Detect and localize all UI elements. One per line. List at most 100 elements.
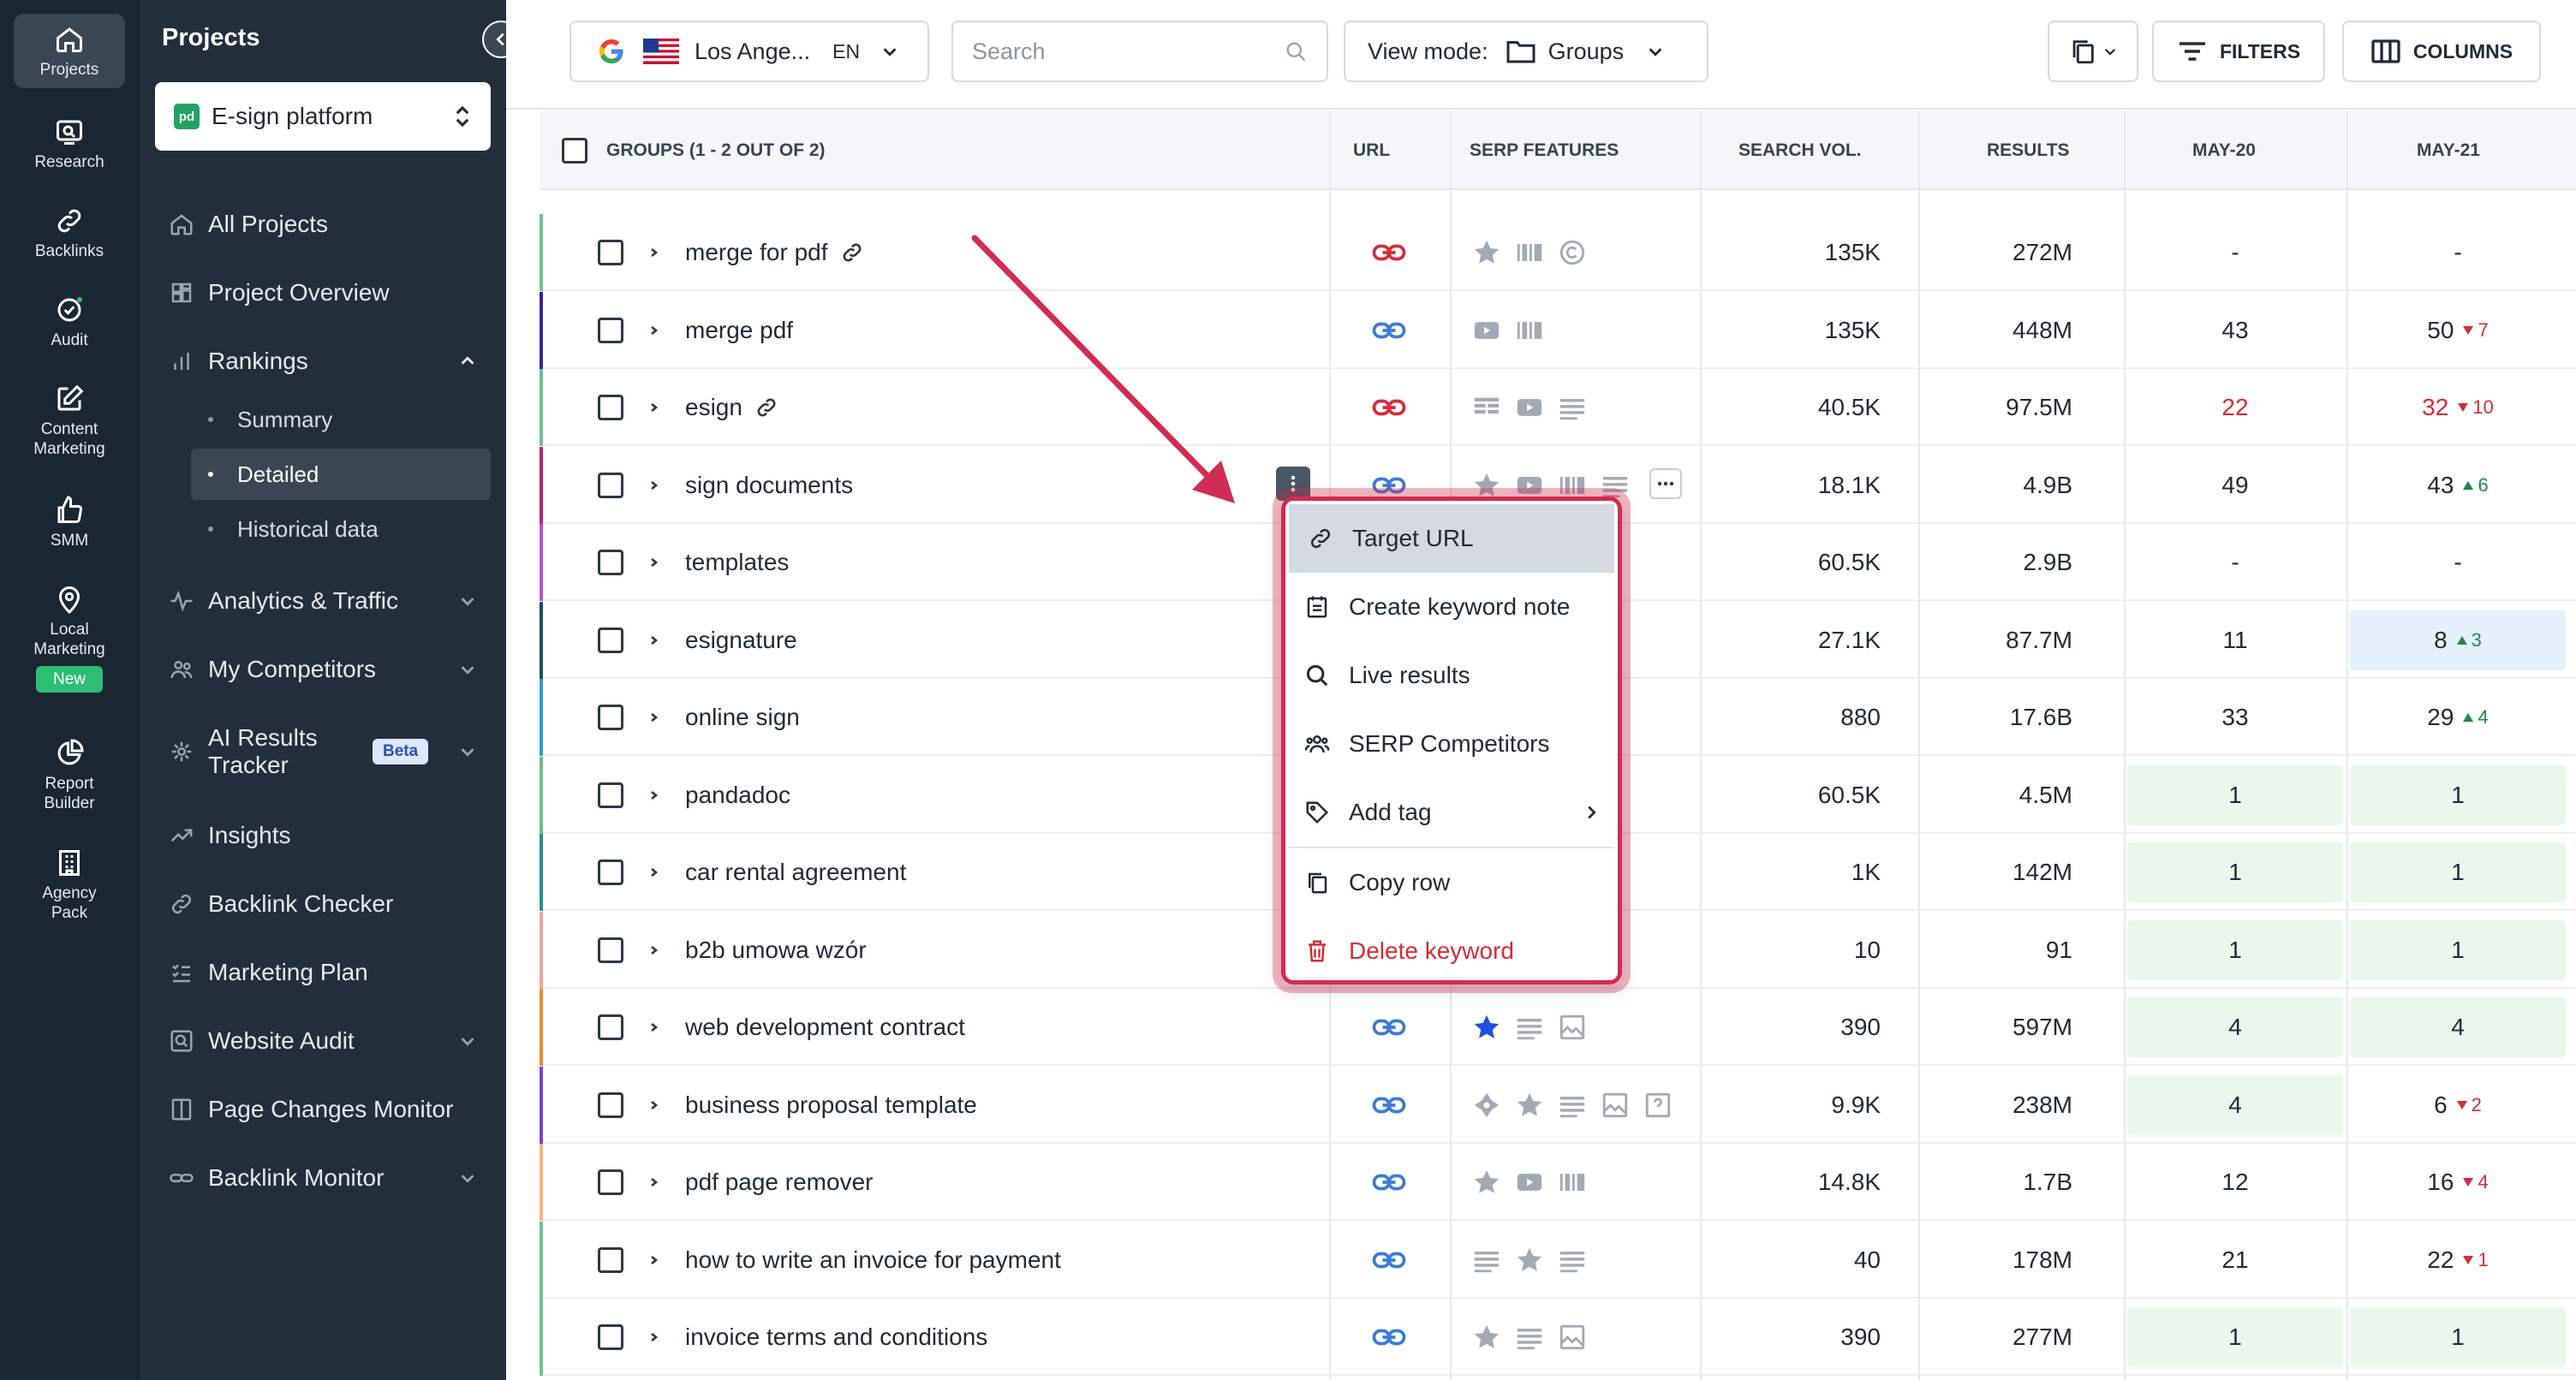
rail-item-smm[interactable]: SMM — [14, 495, 125, 550]
keyword-text[interactable]: business proposal template — [685, 1092, 977, 1119]
serp-video-icon[interactable] — [1471, 316, 1502, 345]
nav-page-changes-monitor[interactable]: Page Changes Monitor — [169, 1096, 477, 1123]
keyword-text[interactable]: sign documents — [685, 472, 853, 499]
nav-analytics-traffic[interactable]: Analytics & Traffic — [169, 587, 477, 615]
keyword-text[interactable]: esignature — [685, 627, 797, 654]
keyword-text[interactable]: car rental agreement — [685, 859, 906, 886]
menu-item-create-keyword-note[interactable]: Create keyword note — [1285, 573, 1618, 641]
serp-question-icon[interactable] — [1643, 1091, 1673, 1120]
nav-rankings[interactable]: Rankings — [169, 348, 477, 375]
table-row[interactable]: esign 40.5K 97.5M 22 32 10 — [540, 369, 2576, 446]
filters-button[interactable]: FILTERS — [2152, 21, 2325, 82]
position-cell-may21[interactable]: 50 7 — [2350, 300, 2566, 360]
serp-features-header[interactable]: SERP FEATURES — [1470, 111, 1619, 190]
chevron-right-icon[interactable] — [646, 475, 661, 496]
position-cell-may21[interactable]: 43 6 — [2350, 455, 2566, 515]
row-checkbox[interactable] — [598, 705, 623, 730]
chevron-right-icon[interactable] — [646, 630, 661, 651]
rail-item-agency-pack[interactable]: Agency Pack — [14, 848, 125, 923]
view-mode-selector[interactable]: View mode: Groups — [1344, 21, 1708, 82]
row-checkbox[interactable] — [598, 782, 623, 808]
row-checkbox[interactable] — [598, 628, 623, 653]
position-cell-may20[interactable]: 21 — [2127, 1230, 2343, 1290]
position-cell-may21[interactable]: - — [2350, 532, 2566, 592]
serp-diamond-icon[interactable] — [1471, 1091, 1502, 1120]
position-cell-may21[interactable]: 32 10 — [2350, 378, 2566, 437]
position-cell-may20[interactable]: 33 — [2127, 687, 2343, 747]
keyword-text[interactable]: merge for pdf — [685, 239, 828, 266]
chevron-right-icon[interactable] — [646, 940, 661, 961]
keyword-text[interactable]: esign — [685, 394, 742, 421]
rail-item-local-marketing[interactable]: Local Marketing New — [14, 584, 125, 693]
target-url-link-icon[interactable] — [840, 241, 864, 265]
row-checkbox[interactable] — [598, 1092, 623, 1118]
results-header[interactable]: RESULTS — [1987, 111, 2069, 190]
serp-star-blue-icon[interactable] — [1471, 1013, 1502, 1042]
nav-project-overview[interactable]: Project Overview — [169, 279, 477, 306]
chevron-right-icon[interactable] — [646, 1250, 661, 1270]
search-box[interactable]: Search — [951, 21, 1328, 82]
position-cell-may20[interactable]: 1 — [2127, 920, 2343, 980]
may-21-header[interactable]: MAY-21 — [2417, 111, 2480, 190]
rail-item-report-builder[interactable]: Report Builder — [14, 738, 125, 813]
nav-website-audit[interactable]: Website Audit — [169, 1027, 477, 1055]
keyword-text[interactable]: templates — [685, 549, 789, 576]
position-cell-may20[interactable]: 22 — [2127, 378, 2343, 437]
select-all-checkbox[interactable] — [562, 138, 587, 164]
more-serp-features-button[interactable] — [1649, 468, 1682, 499]
search-volume-header[interactable]: SEARCH VOL. — [1738, 111, 1862, 190]
url-link-icon[interactable] — [1372, 1323, 1406, 1351]
serp-lines-icon[interactable] — [1557, 1246, 1588, 1275]
rail-item-content-marketing[interactable]: Content Marketing — [14, 384, 125, 459]
copy-dropdown-button[interactable] — [2048, 21, 2138, 82]
menu-item-serp-competitors[interactable]: SERP Competitors — [1285, 710, 1618, 778]
serp-barcode-icon[interactable] — [1557, 1168, 1588, 1197]
position-cell-may20[interactable]: 1 — [2127, 1307, 2343, 1367]
row-checkbox[interactable] — [598, 1169, 623, 1195]
position-cell-may21[interactable]: 1 — [2350, 765, 2566, 825]
nav-rankings-summary[interactable]: Summary — [191, 394, 491, 445]
nav-marketing-plan[interactable]: Marketing Plan — [169, 959, 477, 986]
position-cell-may21[interactable]: 16 4 — [2350, 1152, 2566, 1212]
nav-insights[interactable]: Insights — [169, 822, 477, 849]
serp-star-icon[interactable] — [1471, 1168, 1502, 1197]
table-row[interactable]: how to write an invoice for payment 40 178… — [540, 1222, 2576, 1299]
serp-lines-icon[interactable] — [1557, 393, 1588, 422]
may-20-header[interactable]: MAY-20 — [2192, 111, 2256, 190]
chevron-right-icon[interactable] — [646, 862, 661, 883]
url-link-icon[interactable] — [1372, 1169, 1406, 1196]
serp-lines-icon[interactable] — [1471, 1246, 1502, 1275]
position-cell-may20[interactable]: 43 — [2127, 300, 2343, 360]
serp-barcode-icon[interactable] — [1514, 316, 1545, 345]
nav-rankings-historical[interactable]: Historical data — [191, 503, 491, 555]
serp-image-icon[interactable] — [1557, 1323, 1588, 1352]
nav-ai-results-tracker[interactable]: AI Results Tracker Beta — [169, 724, 477, 779]
menu-item-copy-row[interactable]: Copy row — [1285, 848, 1618, 917]
table-row[interactable]: merge for pdf 135K 272M - - — [540, 214, 2576, 291]
row-checkbox[interactable] — [598, 240, 623, 265]
chevron-right-icon[interactable] — [646, 1172, 661, 1193]
serp-star-icon[interactable] — [1471, 1323, 1502, 1352]
rail-item-backlinks[interactable]: Backlinks — [14, 205, 125, 261]
position-cell-may21[interactable]: 1 — [2350, 842, 2566, 902]
serp-star-icon[interactable] — [1514, 1091, 1545, 1120]
serp-lines-icon[interactable] — [1514, 1323, 1545, 1352]
menu-item-add-tag[interactable]: Add tag — [1285, 778, 1618, 847]
serp-table-icon[interactable] — [1471, 393, 1502, 422]
keyword-text[interactable]: web development contract — [685, 1014, 965, 1041]
chevron-right-icon[interactable] — [646, 785, 661, 806]
serp-barcode-icon[interactable] — [1514, 238, 1545, 267]
position-cell-may20[interactable]: 12 — [2127, 1152, 2343, 1212]
position-cell-may21[interactable]: 29 4 — [2350, 687, 2566, 747]
position-cell-may21[interactable]: 83 — [2350, 610, 2566, 670]
position-cell-may21[interactable]: 4 — [2350, 997, 2566, 1057]
position-cell-may20[interactable]: 4 — [2127, 1075, 2343, 1135]
keyword-text[interactable]: pandadoc — [685, 782, 790, 809]
serp-star-icon[interactable] — [1471, 238, 1502, 267]
rail-item-projects[interactable]: Projects — [14, 14, 125, 88]
serp-image-icon[interactable] — [1557, 1013, 1588, 1042]
position-cell-may21[interactable]: 22 1 — [2350, 1230, 2566, 1290]
keyword-text[interactable]: merge pdf — [685, 317, 793, 344]
nav-backlink-monitor[interactable]: Backlink Monitor — [169, 1164, 477, 1192]
chevron-right-icon[interactable] — [646, 552, 661, 573]
